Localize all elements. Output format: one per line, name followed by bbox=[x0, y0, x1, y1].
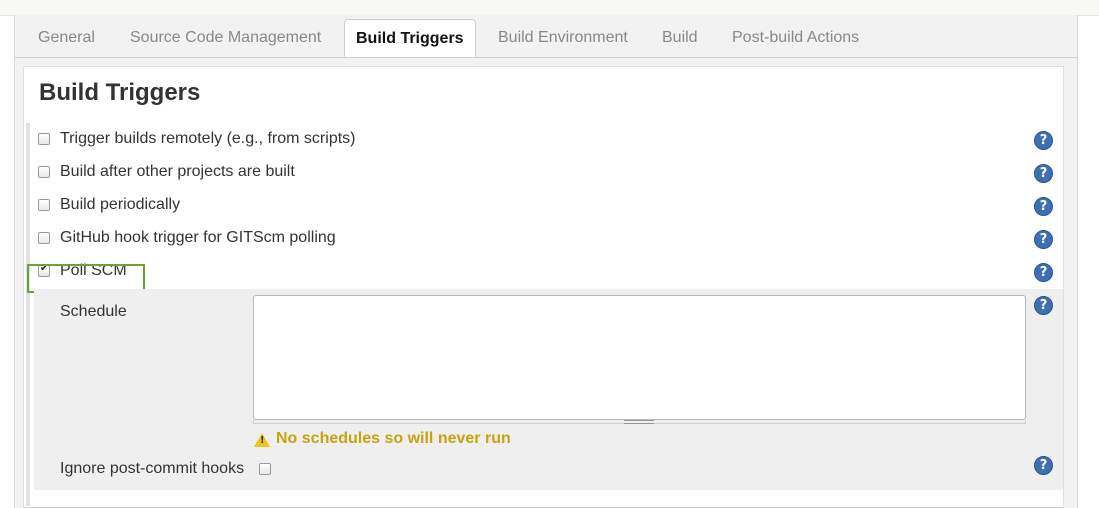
trigger-poll-scm-row: Poll SCM bbox=[38, 262, 1058, 286]
trigger-periodic-row: Build periodically bbox=[38, 196, 1058, 220]
poll-scm-options: Schedule No schedules so will never run … bbox=[34, 289, 1063, 490]
section-title: Build Triggers bbox=[39, 79, 201, 106]
trigger-periodic-label[interactable]: Build periodically bbox=[60, 196, 180, 214]
tab-build-triggers[interactable]: Build Triggers bbox=[344, 19, 476, 57]
help-icon[interactable] bbox=[1034, 197, 1053, 216]
trigger-periodic-checkbox[interactable] bbox=[38, 199, 50, 211]
trigger-github-hook-row: GitHub hook trigger for GITScm polling bbox=[38, 229, 1058, 253]
help-icon[interactable] bbox=[1034, 296, 1053, 315]
help-icon[interactable] bbox=[1034, 230, 1053, 249]
top-bar bbox=[0, 0, 1099, 16]
tab-bar: General Source Code Management Build Tri… bbox=[15, 15, 1077, 58]
config-panel: General Source Code Management Build Tri… bbox=[14, 15, 1078, 508]
schedule-warning-text: No schedules so will never run bbox=[276, 430, 511, 447]
section-content: Build Triggers Trigger builds remotely (… bbox=[23, 66, 1064, 508]
warning-icon bbox=[254, 433, 270, 447]
ignore-post-commit-hooks-checkbox[interactable] bbox=[259, 463, 271, 475]
tab-build-environment[interactable]: Build Environment bbox=[498, 29, 628, 47]
help-icon[interactable] bbox=[1034, 164, 1053, 183]
trigger-after-other-label[interactable]: Build after other projects are built bbox=[60, 163, 295, 181]
tab-source-code-management[interactable]: Source Code Management bbox=[130, 29, 321, 47]
help-icon[interactable] bbox=[1034, 263, 1053, 282]
trigger-after-other-row: Build after other projects are built bbox=[38, 163, 1058, 187]
section-indent-bar bbox=[26, 123, 30, 506]
schedule-textarea[interactable] bbox=[253, 295, 1026, 420]
trigger-after-other-checkbox[interactable] bbox=[38, 166, 50, 178]
help-icon[interactable] bbox=[1034, 131, 1053, 150]
schedule-label: Schedule bbox=[60, 303, 127, 320]
tab-general[interactable]: General bbox=[38, 29, 95, 47]
help-icon[interactable] bbox=[1034, 456, 1053, 475]
tab-build[interactable]: Build bbox=[662, 29, 698, 47]
trigger-remote-label[interactable]: Trigger builds remotely (e.g., from scri… bbox=[60, 130, 355, 148]
trigger-remote-row: Trigger builds remotely (e.g., from scri… bbox=[38, 130, 1058, 154]
trigger-github-hook-checkbox[interactable] bbox=[38, 232, 50, 244]
textarea-resize-handle[interactable] bbox=[253, 420, 1026, 424]
trigger-remote-checkbox[interactable] bbox=[38, 133, 50, 145]
trigger-github-hook-label[interactable]: GitHub hook trigger for GITScm polling bbox=[60, 229, 336, 247]
ignore-post-commit-hooks-label: Ignore post-commit hooks bbox=[60, 460, 245, 477]
tab-post-build-actions[interactable]: Post-build Actions bbox=[732, 29, 859, 47]
